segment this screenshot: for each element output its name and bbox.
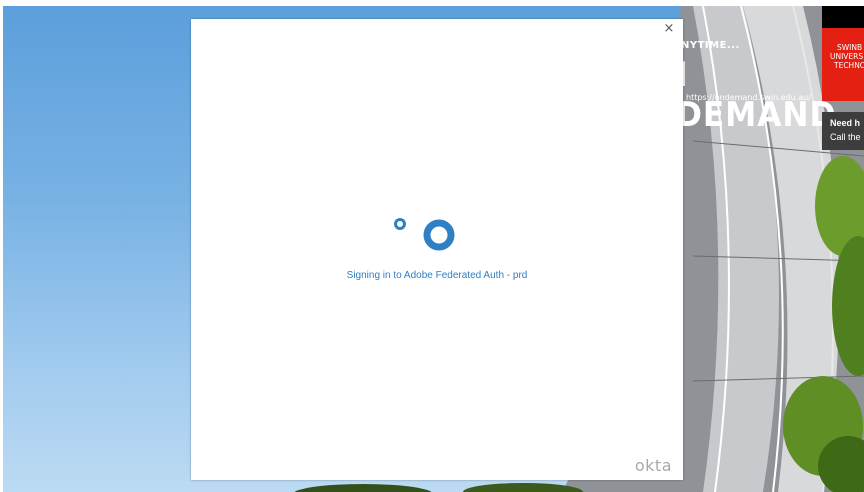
brand-line: TECHNC [834,61,864,70]
brand-line: SWINB [837,43,863,52]
help-title: Need h [830,118,861,128]
help-panel: Need h Call the [822,112,864,150]
loading-spinner-icon [394,218,455,251]
banner-tagline: NYTIME... [681,40,740,51]
brand-topbar [822,6,864,28]
close-button[interactable]: × [661,21,677,37]
banner-url: https://ondemand.swin.edu.au/ [686,93,811,102]
help-text: Call the [830,132,861,142]
sign-in-dialog: × Signing in to Adobe Federated Auth - p… [191,19,683,480]
brand-line: UNIVERS [830,52,864,61]
okta-logo: okta [634,456,672,475]
status-message: Signing in to Adobe Federated Auth - prd [346,270,528,281]
